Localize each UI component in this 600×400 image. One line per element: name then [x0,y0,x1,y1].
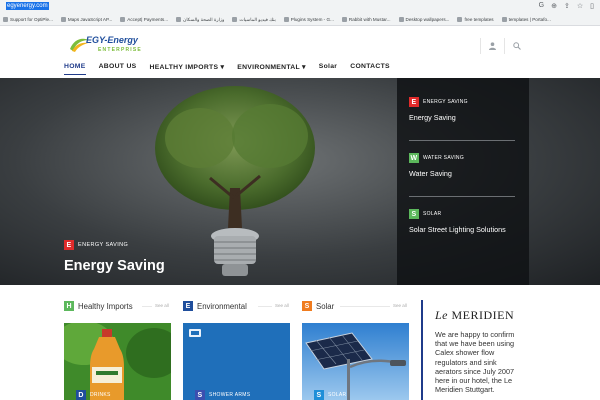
see-all-link[interactable]: See all [275,303,289,308]
shower-arm-image [183,323,290,400]
bookmark-favicon-icon [232,17,238,22]
search-icon[interactable] [504,38,528,54]
bookmark-favicon-icon [501,17,507,22]
hero-side-list: E ENERGY SAVING Energy Saving W WATER SA… [397,78,529,285]
user-icon[interactable] [480,38,504,54]
card-category-tag[interactable]: D DRINKS [76,390,111,400]
card-category-tag[interactable]: S SHOWER ARMS [195,390,250,400]
category-badge: E [409,97,419,107]
bookmark-favicon-icon [120,17,126,22]
category-badge: W [409,153,419,163]
side-item-title[interactable]: Solar Street Lighting Solutions [409,225,517,234]
post-card-solar[interactable]: S SOLAR [302,323,409,400]
testimonial-widget: Le MERIDIEN We are happy to confirm that… [421,300,521,400]
divider [340,306,390,307]
post-card-drinks[interactable]: D DRINKS [64,323,171,400]
see-all-link[interactable]: See all [393,303,407,308]
site-logo[interactable]: EGY-Energy ENTERPRISE [68,31,158,57]
bookmark-item[interactable]: Support for OptiPle... [3,17,53,22]
bookmark-star-icon[interactable]: ☆ [577,2,583,10]
nav-environmental[interactable]: ENVIRONMENTAL ▾ [237,63,305,74]
card-category-tag[interactable]: S SOLAR [314,390,346,400]
header-icons [480,38,528,54]
browser-chrome: egyenergy.com G ⊕ ⇪ ☆ ▯ Support for Opti… [0,0,600,26]
zoom-icon[interactable]: ⊕ [551,2,557,10]
divider [142,306,152,307]
category-header-environmental[interactable]: E Environmental [183,299,247,313]
category-badge: E [183,301,193,311]
category-badge: S [302,301,312,311]
side-list-item[interactable]: W WATER SAVING Water Saving [409,153,517,178]
bookmark-favicon-icon [3,17,8,22]
category-badge: S [314,390,324,400]
bookmark-favicon-icon [60,17,66,22]
divider [258,306,272,307]
nav-home[interactable]: HOME [64,63,86,75]
bookmark-favicon-icon [283,17,289,22]
testimonial-quote: We are happy to confirm that we have bee… [435,330,515,395]
side-item-tag: S SOLAR [409,209,517,219]
category-badge: E [64,240,74,250]
address-bar[interactable]: egyenergy.com G ⊕ ⇪ ☆ ▯ [0,1,600,13]
nav-about-us[interactable]: ABOUT US [99,63,137,74]
nav-solar[interactable]: Solar [319,63,338,74]
side-list-item[interactable]: E ENERGY SAVING Energy Saving [409,97,517,122]
bookmarks-bar: Support for OptiPle... Maps JavaScript A… [0,14,600,25]
tree-bulb-image [155,86,315,276]
main-nav: HOME ABOUT US HEALTHY IMPORTS ▾ ENVIRONM… [64,63,390,75]
url-text[interactable]: egyenergy.com [6,2,49,10]
chevron-down-icon: ▾ [220,64,225,71]
hero-title[interactable]: Energy Saving [64,258,165,274]
google-icon[interactable]: G [539,2,544,10]
divider [409,196,515,197]
side-item-tag: W WATER SAVING [409,153,465,163]
nav-contacts[interactable]: CONTACTS [350,63,390,74]
bookmark-item[interactable]: free templates [457,17,494,22]
chevron-down-icon: ▾ [302,64,306,71]
post-card-shower-arms[interactable]: S SHOWER ARMS [183,323,290,400]
bookmark-item[interactable]: Rabbit with Mustar... [341,17,391,22]
side-item-title[interactable]: Energy Saving [409,113,517,122]
side-item-title[interactable]: Water Saving [409,169,517,178]
address-bar-icons: G ⊕ ⇪ ☆ ▯ [539,2,594,10]
logo-subtitle: ENTERPRISE [98,47,142,53]
side-item-tag: E ENERGY SAVING [409,97,517,107]
category-badge: D [76,390,86,400]
see-all-link[interactable]: See all [155,303,169,308]
logo-title: EGY-Energy [86,35,138,45]
category-badge: H [64,301,74,311]
bookmark-favicon-icon [457,17,463,22]
bookmark-item[interactable]: Accept| Payments... [120,17,168,22]
category-header-solar[interactable]: S Solar [302,299,334,313]
share-icon[interactable]: ⇪ [564,2,570,10]
divider [409,140,515,141]
bookmark-item[interactable]: وزارة الصحة والسكان [176,17,224,23]
category-header-healthy-imports[interactable]: H Healthy Imports [64,299,133,313]
nav-healthy-imports[interactable]: HEALTHY IMPORTS ▾ [150,63,225,74]
le-meridien-logo: Le MERIDIEN [435,308,515,322]
bookmark-favicon-icon [398,17,404,22]
bookmark-item[interactable]: templates | Portafo... [501,17,551,22]
bookmark-favicon-icon [176,17,182,22]
sidebar-icon[interactable]: ▯ [590,2,594,10]
category-badge: S [409,209,419,219]
hero-category-tag[interactable]: E ENERGY SAVING [64,240,128,250]
bookmark-item[interactable]: Desktop wallpapers... [398,17,449,22]
bookmark-item[interactable]: Maps JavaScript AP... [60,17,112,22]
bookmark-item[interactable]: Plugins System - G... [283,17,334,22]
site-header: EGY-Energy ENTERPRISE HOME ABOUT US HEAL… [0,26,600,78]
juice-bottle-image [64,323,171,400]
bookmark-item[interactable]: بنك فيديو الماسيات [232,17,276,23]
bookmark-favicon-icon [341,17,347,22]
solar-streetlight-image [302,323,409,400]
side-list-item[interactable]: S SOLAR Solar Street Lighting Solutions [409,209,517,234]
category-badge: S [195,390,205,400]
